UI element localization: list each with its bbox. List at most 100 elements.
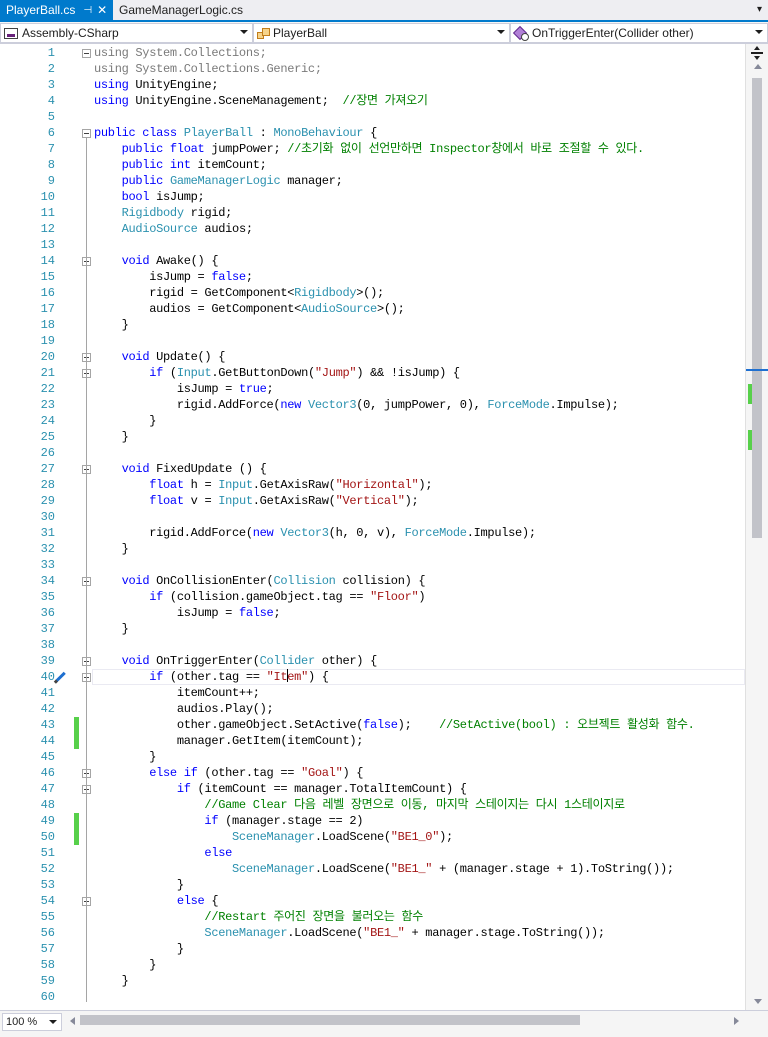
code-line[interactable]: 45 }	[0, 749, 745, 765]
code-line[interactable]: 37 }	[0, 621, 745, 637]
type-dropdown[interactable]: PlayerBall	[253, 23, 510, 43]
code-line[interactable]: 1 using System.Collections;	[0, 45, 745, 61]
code-line[interactable]: 5	[0, 109, 745, 125]
scroll-left-icon[interactable]	[70, 1017, 75, 1025]
line-number: 22	[40, 382, 55, 396]
code-token: //Restart 주어진 장면을 불러오는 함수	[204, 910, 424, 924]
code-line[interactable]: 36 isJump = false;	[0, 605, 745, 621]
code-line[interactable]: 15 isJump = false;	[0, 269, 745, 285]
collapse-icon[interactable]	[82, 129, 91, 138]
code-line[interactable]: 58 }	[0, 957, 745, 973]
code-line[interactable]: 57 }	[0, 941, 745, 957]
code-editor[interactable]: 1 using System.Collections; 2 using System.…	[0, 44, 745, 1010]
code-line[interactable]: 20 void Update() {	[0, 349, 745, 365]
code-line[interactable]: 22 isJump = true;	[0, 381, 745, 397]
horizontal-scrollbar-thumb[interactable]	[80, 1015, 580, 1025]
code-line[interactable]: 23 rigid.AddForce(new Vector3(0, jumpPow…	[0, 397, 745, 413]
line-number: 49	[40, 814, 55, 828]
code-line[interactable]: 7 public float jumpPower; //초기화 없이 선언만하면…	[0, 141, 745, 157]
scroll-down-icon[interactable]	[754, 999, 762, 1004]
code-line[interactable]: 54 else {	[0, 893, 745, 909]
code-line[interactable]: 51 else	[0, 845, 745, 861]
code-line[interactable]: 9 public GameManagerLogic manager;	[0, 173, 745, 189]
code-line[interactable]: 27 void FixedUpdate () {	[0, 461, 745, 477]
code-line[interactable]: 38	[0, 637, 745, 653]
collapse-icon[interactable]	[82, 49, 91, 58]
code-line[interactable]: 52 SceneManager.LoadScene("BE1_" + (mana…	[0, 861, 745, 877]
member-dropdown[interactable]: OnTriggerEnter(Collider other)	[510, 23, 768, 43]
line-number: 33	[40, 558, 55, 572]
code-line[interactable]: 30	[0, 509, 745, 525]
scroll-up-icon[interactable]	[754, 64, 762, 69]
code-line[interactable]: 2 using System.Collections.Generic;	[0, 61, 745, 77]
code-line[interactable]: 11 Rigidbody rigid;	[0, 205, 745, 221]
project-dropdown[interactable]: Assembly-CSharp	[0, 23, 253, 43]
code-line[interactable]: 12 AudioSource audios;	[0, 221, 745, 237]
code-line[interactable]: 10 bool isJump;	[0, 189, 745, 205]
code-line[interactable]: 56 SceneManager.LoadScene("BE1_" + manag…	[0, 925, 745, 941]
code-line[interactable]: 19	[0, 333, 745, 349]
code-token: );	[439, 830, 453, 844]
code-token: h =	[183, 478, 219, 492]
code-line[interactable]: 8 public int itemCount;	[0, 157, 745, 173]
code-line[interactable]: 14 void Awake() {	[0, 253, 745, 269]
code-line[interactable]: 40 if (other.tag == "Item") {	[0, 669, 745, 685]
code-line[interactable]: 21 if (Input.GetButtonDown("Jump") && !i…	[0, 365, 745, 381]
code-line[interactable]: 44 manager.GetItem(itemCount);	[0, 733, 745, 749]
code-token: );	[418, 478, 433, 492]
code-line[interactable]: 29 float v = Input.GetAxisRaw("Vertical"…	[0, 493, 745, 509]
code-line[interactable]: 59 }	[0, 973, 745, 989]
code-line[interactable]: 28 float h = Input.GetAxisRaw("Horizonta…	[0, 477, 745, 493]
code-line[interactable]: 24 }	[0, 413, 745, 429]
code-line[interactable]: 26	[0, 445, 745, 461]
code-line[interactable]: 16 rigid = GetComponent<Rigidbody>();	[0, 285, 745, 301]
close-icon[interactable]: ✕	[97, 3, 107, 17]
line-number: 48	[40, 798, 55, 812]
line-number: 20	[40, 350, 55, 364]
code-token: manager.GetItem(itemCount);	[94, 734, 364, 748]
tab-gamemanagerlogic[interactable]: GameManagerLogic.cs	[113, 0, 253, 20]
chevron-down-icon	[49, 1020, 57, 1024]
zoom-dropdown[interactable]: 100 %	[2, 1013, 62, 1031]
scroll-right-icon[interactable]	[734, 1017, 739, 1025]
code-line[interactable]: 13	[0, 237, 745, 253]
line-number: 51	[40, 846, 55, 860]
code-line[interactable]: 55 //Restart 주어진 장면을 불러오는 함수	[0, 909, 745, 925]
code-line[interactable]: 4 using UnityEngine.SceneManagement; //장면…	[0, 93, 745, 109]
code-line[interactable]: 39 void OnTriggerEnter(Collider other) {	[0, 653, 745, 669]
line-number: 44	[40, 734, 55, 748]
project-label: Assembly-CSharp	[22, 26, 119, 40]
code-line[interactable]: 32 }	[0, 541, 745, 557]
dropdown-overflow-icon[interactable]: ▾	[757, 4, 762, 15]
code-line[interactable]: 50 SceneManager.LoadScene("BE1_0");	[0, 829, 745, 845]
tab-playerball[interactable]: PlayerBall.cs ⊣ ✕	[0, 0, 113, 20]
vertical-scrollbar[interactable]	[745, 44, 768, 1010]
code-line[interactable]: 31 rigid.AddForce(new Vector3(h, 0, v), …	[0, 525, 745, 541]
code-line[interactable]: 35 if (collision.gameObject.tag == "Floo…	[0, 589, 745, 605]
code-token: other) {	[314, 654, 378, 668]
code-line[interactable]: 43 other.gameObject.SetActive(false); //…	[0, 717, 745, 733]
code-line[interactable]: 33	[0, 557, 745, 573]
code-line[interactable]: 49 if (manager.stage == 2)	[0, 813, 745, 829]
scrollbar-thumb[interactable]	[752, 78, 762, 538]
code-line[interactable]: 6 public class PlayerBall : MonoBehaviour…	[0, 125, 745, 141]
code-line[interactable]: 34 void OnCollisionEnter(Collision colli…	[0, 573, 745, 589]
code-line[interactable]: 53 }	[0, 877, 745, 893]
code-line[interactable]: 18 }	[0, 317, 745, 333]
code-line[interactable]: 41 itemCount++;	[0, 685, 745, 701]
line-number: 40	[40, 670, 55, 684]
code-line[interactable]: 25 }	[0, 429, 745, 445]
split-window-icon[interactable]	[750, 46, 764, 60]
code-line[interactable]: 47 if (itemCount == manager.TotalItemCou…	[0, 781, 745, 797]
pin-icon[interactable]: ⊣	[83, 5, 92, 16]
quick-action-pencil-icon[interactable]	[55, 670, 71, 684]
code-line[interactable]: 60	[0, 989, 745, 1005]
code-line[interactable]: 17 audios = GetComponent<AudioSource>();	[0, 301, 745, 317]
code-line[interactable]: 48 //Game Clear 다음 레벨 장면으로 이동, 마지막 스테이지는…	[0, 797, 745, 813]
code-line[interactable]: 3 using UnityEngine;	[0, 77, 745, 93]
code-line[interactable]: 42 audios.Play();	[0, 701, 745, 717]
code-line[interactable]: 46 else if (other.tag == "Goal") {	[0, 765, 745, 781]
